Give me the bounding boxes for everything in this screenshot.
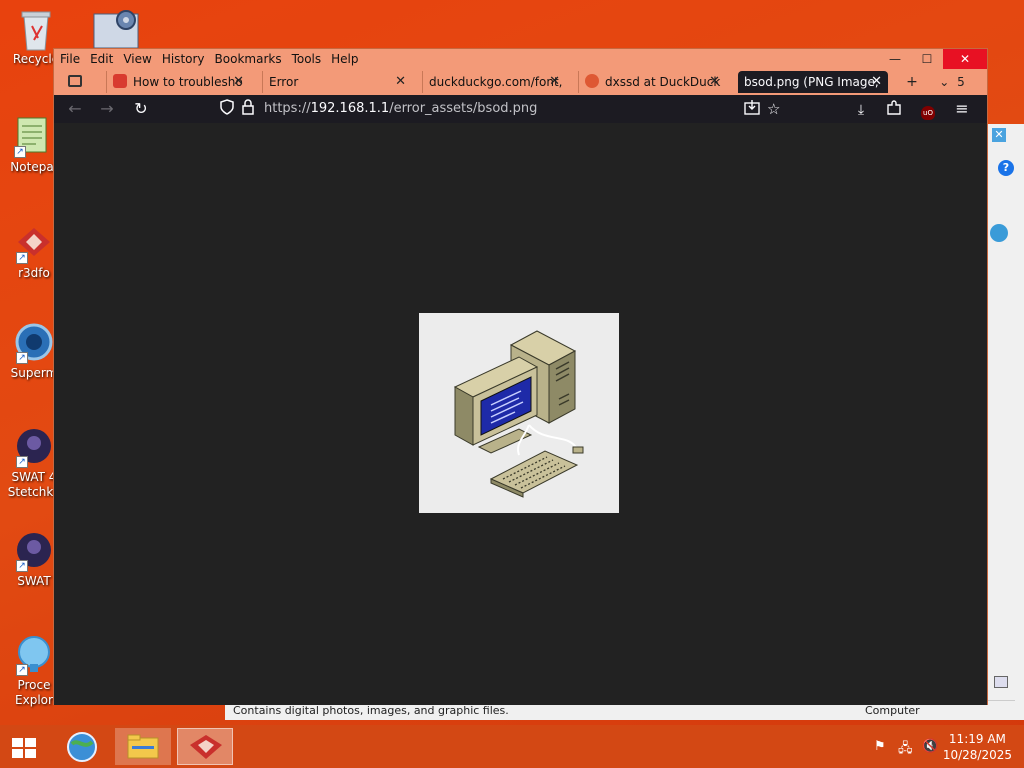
menu-edit[interactable]: Edit	[90, 52, 113, 66]
menu-bar: File Edit View History Bookmarks Tools H…	[54, 49, 987, 69]
settings-desktop-icon[interactable]	[92, 8, 140, 49]
url-scheme: https://	[264, 101, 311, 116]
new-tab-button[interactable]: +	[900, 72, 924, 92]
puzzle-icon	[886, 99, 902, 118]
taskbar-r3dfox-button[interactable]	[177, 728, 233, 765]
tab-close-icon[interactable]: ✕	[395, 71, 406, 93]
recycle-bin-icon	[16, 8, 56, 51]
tab-close-icon[interactable]: ✕	[233, 71, 244, 93]
tab-duckduckgo-search[interactable]: dxssd at DuckDuck ✕	[578, 71, 726, 93]
save-page-icon[interactable]	[744, 97, 760, 121]
menu-file[interactable]: File	[60, 52, 80, 66]
firefox-view-icon	[68, 75, 82, 87]
process-explorer-icon: ↗	[14, 634, 54, 676]
maximize-button[interactable]: ☐	[911, 49, 943, 69]
download-icon: ⤓	[857, 102, 865, 118]
back-arrow-icon: ←	[68, 99, 82, 118]
tab-error[interactable]: Error ✕	[262, 71, 412, 93]
bookmark-star-icon[interactable]: ☆	[767, 97, 780, 121]
image-viewer-content	[54, 123, 987, 705]
start-button[interactable]	[6, 728, 42, 765]
duckduckgo-icon	[585, 74, 599, 88]
tab-duckduckgo-font[interactable]: duckduckgo.com/font, ✕	[422, 71, 566, 93]
url-bar[interactable]: https://192.168.1.1/error_assets/bsod.pn…	[214, 97, 787, 121]
scroll-icon	[994, 676, 1008, 688]
taskbar-browser-button[interactable]	[62, 728, 102, 765]
menu-history[interactable]: History	[162, 52, 205, 66]
url-path: /error_assets/bsod.png	[389, 101, 538, 116]
navigation-toolbar: ← → ↻ https://192.168.1.1/error_assets/b…	[54, 95, 987, 123]
chevron-down-icon: ⌄	[939, 75, 950, 89]
tab-bsod-png[interactable]: bsod.png (PNG Image, ✕	[738, 71, 888, 93]
notepad-icon: ↗	[12, 116, 52, 158]
hamburger-menu-icon: ≡	[955, 99, 969, 118]
tab-bar: How to troublesho ✕ Error ✕ duckduckgo.c…	[54, 69, 987, 95]
background-window: ✕ ?	[985, 124, 1024, 720]
app-menu-button[interactable]: ≡	[951, 99, 973, 119]
minimize-button[interactable]: —	[879, 49, 911, 69]
clock-date: 10/28/2025	[942, 748, 1012, 762]
menu-view[interactable]: View	[123, 52, 151, 66]
clock[interactable]: 11:19 AM 10/28/2025	[943, 731, 1012, 763]
shield-icon	[220, 97, 234, 121]
tab-close-icon[interactable]: ✕	[549, 71, 560, 93]
taskbar-file-explorer-button[interactable]	[115, 728, 171, 765]
tab-title: bsod.png (PNG Image,	[744, 75, 879, 89]
help-icon[interactable]: ?	[998, 160, 1014, 176]
tab-troubleshoot[interactable]: How to troublesho ✕	[106, 71, 250, 93]
superm-icon: ↗	[14, 322, 54, 364]
reload-button[interactable]: ↻	[130, 99, 152, 119]
gear-icon	[93, 10, 139, 49]
computer-illustration-icon	[453, 330, 584, 498]
menu-help[interactable]: Help	[331, 52, 358, 66]
list-all-tabs-button[interactable]: ⌄ 5	[934, 72, 970, 92]
tab-title: dxssd at DuckDuck	[605, 75, 721, 89]
globe-icon	[990, 224, 1008, 242]
swat-icon: ↗	[14, 426, 54, 468]
tab-title: How to troublesho	[133, 75, 243, 89]
bsod-image	[419, 313, 619, 513]
back-button[interactable]: ←	[64, 99, 86, 119]
extensions-button[interactable]	[883, 99, 905, 119]
downloads-button[interactable]: ⤓	[850, 99, 872, 119]
ublock-button[interactable]: uO	[917, 99, 939, 120]
tab-favicon-icon	[113, 74, 127, 88]
tab-close-icon[interactable]: ✕	[709, 71, 720, 93]
volume-muted-icon[interactable]: 🔇	[922, 739, 938, 754]
windows-logo-icon	[12, 738, 36, 758]
forward-arrow-icon: →	[100, 99, 114, 118]
tab-count: 5	[957, 75, 965, 89]
reload-icon: ↻	[134, 99, 148, 118]
menu-bookmarks[interactable]: Bookmarks	[215, 52, 282, 66]
lock-icon	[242, 97, 254, 121]
tab-title: duckduckgo.com/font,	[429, 75, 563, 89]
folder-icon	[127, 734, 159, 759]
tab-title: Error	[269, 75, 299, 89]
menu-tools[interactable]: Tools	[292, 52, 322, 66]
tab-close-icon[interactable]: ✕	[871, 71, 882, 93]
taskbar: ⚑ 🖧 🔇 11:19 AM 10/28/2025	[0, 725, 1024, 768]
redfox-icon	[190, 735, 222, 759]
firefox-view-button[interactable]	[64, 72, 86, 92]
action-center-flag-icon[interactable]: ⚑	[874, 739, 886, 754]
globe-icon	[67, 732, 97, 762]
ublock-origin-icon: uO	[921, 106, 935, 120]
url-host: 192.168.1.1	[310, 101, 390, 116]
close-button[interactable]: ✕	[943, 49, 987, 69]
close-icon[interactable]: ✕	[992, 128, 1006, 142]
clock-time: 11:19 AM	[948, 732, 1006, 746]
network-icon[interactable]: 🖧	[898, 739, 913, 761]
status-right: Computer	[865, 704, 920, 717]
swat-icon: ↗	[14, 530, 54, 572]
browser-window: File Edit View History Bookmarks Tools H…	[53, 48, 988, 705]
forward-button[interactable]: →	[96, 99, 118, 119]
redfox-icon: ↗	[14, 222, 54, 264]
status-text: Contains digital photos, images, and gra…	[233, 704, 509, 717]
